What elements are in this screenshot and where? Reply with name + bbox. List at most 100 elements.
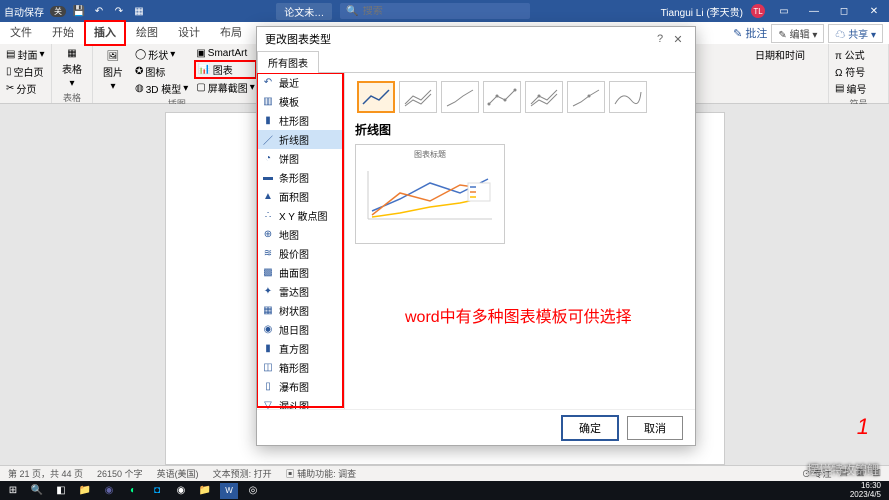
start-button[interactable]: ⊞ bbox=[4, 483, 22, 499]
chart-category-recent[interactable]: ↶最近 bbox=[257, 73, 344, 92]
tab-insert[interactable]: 插入 bbox=[84, 20, 126, 46]
taskbar-word-icon[interactable]: W bbox=[220, 483, 238, 499]
chart-category-bar[interactable]: ▬条形图 bbox=[257, 168, 344, 187]
search-box[interactable]: 🔍 bbox=[340, 3, 530, 19]
line-subtype-6[interactable] bbox=[567, 81, 605, 113]
status-words[interactable]: 26150 个字 bbox=[97, 467, 143, 480]
line-subtype-1[interactable] bbox=[357, 81, 395, 113]
datetime-button[interactable]: 日期和时间 bbox=[753, 46, 824, 63]
window-close[interactable]: ✕ bbox=[863, 6, 885, 17]
equation-button[interactable]: π 公式 bbox=[833, 46, 884, 63]
blank-page[interactable]: ▯ 空白页 bbox=[4, 63, 47, 80]
taskbar-teams-icon[interactable]: ◉ bbox=[100, 483, 118, 499]
chart-category-box[interactable]: ◫箱形图 bbox=[257, 358, 344, 377]
taskbar-clock[interactable]: 16:302023/4/5 bbox=[850, 482, 885, 500]
search-input[interactable] bbox=[363, 6, 525, 17]
chart-category-sunburst[interactable]: ◉旭日图 bbox=[257, 320, 344, 339]
page-break[interactable]: ✂ 分页 bbox=[4, 80, 47, 97]
chart-subtype-row bbox=[353, 77, 687, 117]
taskbar-chrome-icon[interactable]: ◉ bbox=[172, 483, 190, 499]
dialog-title: 更改图表类型 bbox=[265, 31, 651, 47]
chart-category-stock[interactable]: ≋股价图 bbox=[257, 244, 344, 263]
chart-category-template[interactable]: ▥模板 bbox=[257, 92, 344, 111]
print-icon[interactable]: ▦ bbox=[132, 4, 146, 18]
line-subtype-3[interactable] bbox=[441, 81, 479, 113]
dialog-help-icon[interactable]: ? bbox=[651, 33, 669, 45]
taskbar-explorer-icon[interactable]: 📁 bbox=[76, 483, 94, 499]
chart-category-waterfall[interactable]: ▯瀑布图 bbox=[257, 377, 344, 396]
chart-category-funnel[interactable]: ▽漏斗图 bbox=[257, 396, 344, 409]
line-subtype-5[interactable] bbox=[525, 81, 563, 113]
status-accessibility[interactable]: ▣ 辅助功能: 调查 bbox=[286, 467, 357, 480]
status-language[interactable]: 英语(美国) bbox=[157, 467, 199, 480]
line-subtype-7[interactable] bbox=[609, 81, 647, 113]
change-chart-type-dialog: 更改图表类型 ? ✕ 所有图表 ↶最近▥模板▮柱形图／折线图◔饼图▬条形图▲面积… bbox=[256, 26, 696, 446]
status-focus[interactable]: ⊙ 专注 bbox=[802, 467, 832, 480]
number-button[interactable]: ▤ 编号 bbox=[833, 80, 884, 97]
tab-draw[interactable]: 绘图 bbox=[126, 22, 168, 44]
taskbar-folder-icon[interactable]: 📁 bbox=[196, 483, 214, 499]
tab-design[interactable]: 设计 bbox=[168, 22, 210, 44]
taskbar-app-icon[interactable]: ◎ bbox=[244, 483, 262, 499]
table-button[interactable]: ▦ 表格▾ bbox=[56, 46, 88, 91]
user-name[interactable]: Tiangui Li (李天贵) bbox=[661, 4, 743, 19]
edit-button[interactable]: ✎ 编辑 ▾ bbox=[771, 24, 824, 43]
chart-category-scatter[interactable]: ∴X Y 散点图 bbox=[257, 206, 344, 225]
chart-category-map[interactable]: ⊕地图 bbox=[257, 225, 344, 244]
group-tables-label: 表格 bbox=[56, 91, 88, 104]
chart-preview[interactable]: 图表标题 bbox=[355, 144, 505, 244]
shapes-button[interactable]: ◯ 形状 ▾ bbox=[133, 46, 190, 63]
chart-button[interactable]: 📊 图表 bbox=[194, 60, 256, 79]
table-icon: ▦ bbox=[67, 48, 76, 59]
taskbar-search-icon[interactable]: 🔍 bbox=[28, 483, 46, 499]
status-text-predict[interactable]: 文本预测: 打开 bbox=[213, 467, 272, 480]
area-icon: ▲ bbox=[261, 190, 275, 204]
chart-category-surface[interactable]: ▩曲面图 bbox=[257, 263, 344, 282]
chart-category-list: ↶最近▥模板▮柱形图／折线图◔饼图▬条形图▲面积图∴X Y 散点图⊕地图≋股价图… bbox=[257, 73, 345, 409]
taskbar-taskview-icon[interactable]: ◧ bbox=[52, 483, 70, 499]
comments-button[interactable]: ✎ 批注 bbox=[733, 25, 767, 41]
save-icon[interactable]: 💾 bbox=[72, 4, 86, 18]
chart-category-column[interactable]: ▮柱形图 bbox=[257, 111, 344, 130]
line-subtype-4[interactable] bbox=[483, 81, 521, 113]
chart-category-area[interactable]: ▲面积图 bbox=[257, 187, 344, 206]
icons-button[interactable]: ✪ 图标 bbox=[133, 63, 190, 80]
dialog-tab-all-charts[interactable]: 所有图表 bbox=[257, 51, 319, 73]
chart-category-radar[interactable]: ✦雷达图 bbox=[257, 282, 344, 301]
line-subtype-2[interactable] bbox=[399, 81, 437, 113]
user-avatar[interactable]: TL bbox=[751, 4, 765, 18]
window-restore-icon[interactable]: ▭ bbox=[773, 6, 795, 17]
document-name[interactable]: 论文未… bbox=[276, 3, 332, 20]
tab-file[interactable]: 文件 bbox=[0, 22, 42, 44]
taskbar-outlook-icon[interactable]: ◘ bbox=[148, 483, 166, 499]
dialog-close-icon[interactable]: ✕ bbox=[669, 33, 687, 46]
tab-layout[interactable]: 布局 bbox=[210, 22, 252, 44]
undo-icon[interactable]: ↶ bbox=[92, 4, 106, 18]
chart-category-pie[interactable]: ◔饼图 bbox=[257, 149, 344, 168]
pictures-button[interactable]: 🖼 图片▾ bbox=[97, 49, 129, 94]
chart-category-histogram[interactable]: ▮直方图 bbox=[257, 339, 344, 358]
window-maximize[interactable]: ◻ bbox=[833, 6, 855, 17]
status-page[interactable]: 第 21 页，共 44 页 bbox=[8, 467, 83, 480]
window-minimize[interactable]: ― bbox=[803, 6, 825, 17]
tab-home[interactable]: 开始 bbox=[42, 22, 84, 44]
view-web-icon[interactable]: ▥ bbox=[872, 467, 881, 480]
symbol-button[interactable]: Ω 符号 bbox=[833, 63, 884, 80]
redo-icon[interactable]: ↷ bbox=[112, 4, 126, 18]
chart-category-line[interactable]: ／折线图 bbox=[257, 130, 344, 149]
view-read-icon[interactable]: ▤ bbox=[839, 467, 848, 480]
cover-page[interactable]: ▤ 封面 ▾ bbox=[4, 46, 47, 63]
box-icon: ◫ bbox=[261, 361, 275, 375]
ok-button[interactable]: 确定 bbox=[561, 415, 619, 441]
picture-icon: 🖼 bbox=[107, 51, 120, 62]
line-icon: ／ bbox=[261, 133, 275, 147]
share-button[interactable]: ☁ 共享 ▾ bbox=[828, 24, 883, 43]
autosave-toggle[interactable]: 关 bbox=[50, 6, 66, 17]
smartart-button[interactable]: ▣ SmartArt bbox=[194, 47, 256, 60]
screenshot-button[interactable]: ▢ 屏幕截图 ▾ bbox=[194, 79, 256, 96]
chart-category-treemap[interactable]: ▦树状图 bbox=[257, 301, 344, 320]
3dmodel-button[interactable]: ◍ 3D 模型 ▾ bbox=[133, 80, 190, 97]
view-print-icon[interactable]: ▦ bbox=[856, 467, 865, 480]
cancel-button[interactable]: 取消 bbox=[627, 416, 683, 440]
taskbar-edge-icon[interactable]: ◐ bbox=[124, 483, 142, 499]
